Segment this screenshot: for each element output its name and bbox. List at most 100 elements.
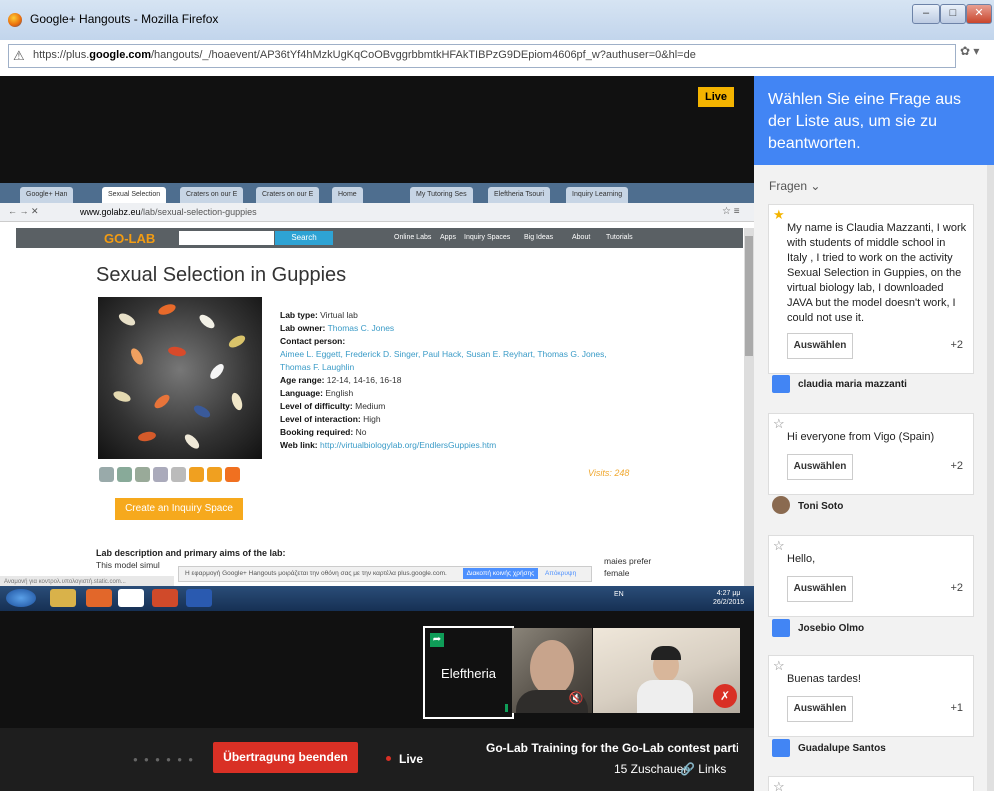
chart-icon bbox=[117, 467, 132, 482]
stop-sharing-button: Διακοπή κοινής χρήσης bbox=[463, 568, 538, 579]
shared-tab: Inquiry Learning bbox=[566, 187, 629, 203]
question-card: ☆ Buenas tardes! Auswählen +1 bbox=[768, 655, 974, 737]
golab-nav-item: Online Labs bbox=[394, 234, 432, 241]
golab-search-input bbox=[179, 231, 274, 245]
lab-owner: Lab owner: Thomas C. Jones bbox=[280, 323, 395, 333]
shared-tab: Craters on our E bbox=[180, 187, 244, 203]
questions-filter-dropdown[interactable]: Fragen ⌄ bbox=[769, 179, 820, 193]
golab-nav-item: About bbox=[572, 234, 591, 241]
lab-category-icons bbox=[99, 467, 243, 485]
links-button[interactable]: 🔗 Links bbox=[680, 762, 726, 776]
shared-tab: Home bbox=[332, 187, 363, 203]
tray-clock: 4:27 μμ 26/2/2015 bbox=[713, 590, 745, 606]
description-text-right-2: female bbox=[604, 568, 630, 578]
globe-icon bbox=[225, 467, 240, 482]
difficulty: Level of difficulty: Medium bbox=[280, 401, 386, 411]
word-icon bbox=[186, 589, 212, 607]
select-question-button[interactable]: Auswählen bbox=[787, 576, 853, 602]
start-button-icon bbox=[6, 589, 36, 607]
qa-instruction: Wählen Sie eine Frage aus der Liste aus,… bbox=[768, 91, 961, 152]
create-inquiry-space-button: Create an Inquiry Space bbox=[115, 498, 243, 520]
window-titlebar: Google+ Hangouts - Mozilla Firefox – □ ✕ bbox=[0, 0, 994, 40]
age-range: Age range: 12-14, 14-16, 16-18 bbox=[280, 375, 402, 385]
shared-menu-icon: ☆ ≡ bbox=[722, 206, 740, 217]
contact-names-2: Thomas F. Laughlin bbox=[280, 362, 355, 372]
addon-icon[interactable]: ✿ ▾ bbox=[960, 44, 979, 58]
live-indicator-dot bbox=[386, 756, 391, 761]
avatar bbox=[772, 496, 790, 514]
star-outline-icon[interactable]: ☆ bbox=[773, 779, 785, 795]
golab-search-button: Search bbox=[275, 231, 333, 245]
shared-tab: Craters on our E bbox=[256, 187, 320, 203]
wave-icon bbox=[171, 467, 186, 482]
participant-video-tile[interactable]: ✗ bbox=[593, 628, 740, 713]
question-text: My name is Claudia Mazzanti, I work with… bbox=[787, 222, 967, 324]
tray-language: EN bbox=[614, 591, 624, 598]
booking: Booking required: No bbox=[280, 427, 367, 437]
vote-count: +2 bbox=[950, 582, 963, 594]
screenshare-icon: ➦ bbox=[430, 633, 444, 647]
qa-scrollbar[interactable] bbox=[987, 165, 994, 791]
viewer-count: 15 Zuschauer bbox=[614, 762, 688, 776]
explorer-icon bbox=[50, 589, 76, 607]
question-card: ☆ Hello, Auswählen +2 bbox=[768, 535, 974, 617]
visits-count: Visits: 248 bbox=[588, 468, 630, 478]
description-text-right: maies prefer bbox=[604, 556, 652, 566]
contact-label: Contact person: bbox=[280, 336, 346, 346]
golab-navbar: GO-LAB Search Online Labs Apps Inquiry S… bbox=[16, 228, 743, 248]
live-badge: Live bbox=[698, 87, 735, 107]
star-icon[interactable]: ★ bbox=[773, 207, 785, 223]
broadcast-bar: ● ● ● ● ● ● bbox=[0, 728, 754, 791]
shared-tab: Sexual Selection bbox=[102, 187, 167, 203]
question-author: Toni Soto bbox=[798, 501, 844, 512]
select-question-button[interactable]: Auswählen bbox=[787, 333, 853, 359]
broadcast-title: Go-Lab Training for the Go-Lab contest p… bbox=[486, 741, 738, 755]
live-label: Live bbox=[399, 752, 424, 766]
participant-video-tile[interactable]: 🔇 bbox=[512, 628, 592, 713]
notification-text: Η εφαρμογή Google+ Hangouts μοιράζεται τ… bbox=[185, 570, 447, 577]
language: Language: English bbox=[280, 388, 354, 398]
star-outline-icon[interactable]: ☆ bbox=[773, 658, 785, 674]
question-text: Hello, bbox=[787, 553, 816, 565]
presenter-tile[interactable]: ➦ Eleftheria bbox=[423, 626, 514, 719]
star-outline-icon[interactable]: ☆ bbox=[773, 416, 785, 432]
link-icon: 🔗 bbox=[680, 762, 695, 776]
qa-header: Wählen Sie eine Frage aus der Liste aus,… bbox=[754, 76, 994, 165]
shared-scrollbar bbox=[744, 228, 754, 586]
powerpoint-icon bbox=[152, 589, 178, 607]
vote-count: +2 bbox=[950, 339, 963, 351]
question-card: ★ My name is Claudia Mazzanti, I work wi… bbox=[768, 204, 974, 374]
select-question-button[interactable]: Auswählen bbox=[787, 696, 853, 722]
microscope-icon bbox=[189, 467, 204, 482]
shared-tab: My Tutoring Ses bbox=[410, 187, 473, 203]
golab-nav-item: Apps bbox=[440, 234, 456, 241]
question-text: Buenas tardes! bbox=[787, 673, 861, 685]
address-bar[interactable]: ⚠ https://plus.google.com/hangouts/_/hoa… bbox=[8, 44, 956, 68]
select-question-button[interactable]: Auswählen bbox=[787, 454, 853, 480]
interaction: Level of interaction: High bbox=[280, 414, 381, 424]
maximize-button[interactable]: □ bbox=[940, 4, 966, 24]
question-card: ☆ bbox=[768, 776, 974, 794]
golab-nav-item: Inquiry Spaces bbox=[464, 234, 511, 241]
star-outline-icon[interactable]: ☆ bbox=[773, 538, 785, 554]
vote-count: +1 bbox=[950, 702, 963, 714]
address-url[interactable]: https://plus.google.com/hangouts/_/hoaev… bbox=[33, 49, 696, 61]
muted-mic-icon: 🔇 bbox=[568, 691, 584, 705]
golab-logo: GO-LAB bbox=[104, 231, 156, 246]
plant-icon bbox=[135, 467, 150, 482]
minimize-button[interactable]: – bbox=[912, 4, 940, 24]
end-broadcast-button[interactable]: Übertragung beenden bbox=[213, 742, 358, 773]
atom-icon bbox=[153, 467, 168, 482]
question-author: claudia maria mazzanti bbox=[798, 379, 907, 390]
shared-url: www.golabz.eu/lab/sexual-selection-guppi… bbox=[80, 207, 257, 217]
screenshare-notification: Η εφαρμογή Google+ Hangouts μοιράζεται τ… bbox=[178, 566, 592, 582]
description-text: This model simul bbox=[96, 560, 160, 570]
description-title: Lab description and primary aims of the … bbox=[96, 548, 286, 558]
recycle-icon bbox=[99, 467, 114, 482]
window-title: Google+ Hangouts - Mozilla Firefox bbox=[30, 12, 219, 26]
close-window-button[interactable]: ✕ bbox=[966, 4, 992, 24]
guppies-image bbox=[98, 297, 262, 459]
windows-taskbar: EN 4:27 μμ 26/2/2015 bbox=[0, 586, 754, 611]
chevron-down-icon: ⌄ bbox=[810, 179, 821, 193]
contact-names: Aimee L. Eggett, Frederick D. Singer, Pa… bbox=[280, 349, 607, 359]
